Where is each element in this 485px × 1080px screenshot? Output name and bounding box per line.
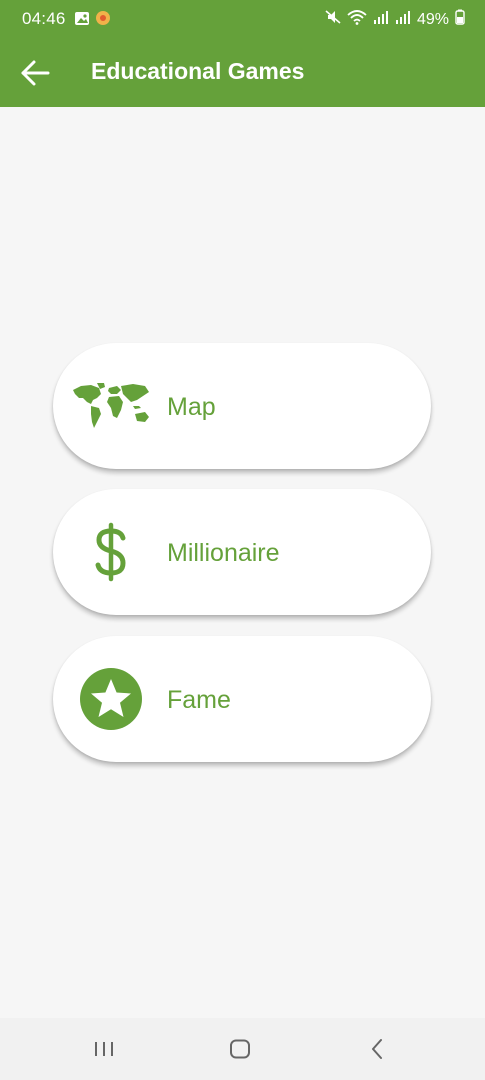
millionaire-label: Millionaire [167,539,280,567]
battery-percent: 49% [416,10,449,28]
signal-icon [373,10,389,29]
notification-badge-icon [95,10,111,31]
system-nav-bar [0,1018,485,1080]
home-button[interactable] [220,1032,260,1066]
star-icon [63,662,159,736]
nav-back-button[interactable] [357,1032,397,1066]
recent-apps-icon [95,1042,113,1056]
back-button[interactable] [14,52,56,94]
world-map-icon [63,369,159,443]
dollar-icon [63,515,159,589]
gallery-icon [74,11,90,31]
status-notification-icons [74,10,111,31]
back-icon [372,1039,382,1059]
millionaire-button[interactable]: Millionaire [53,489,431,615]
home-icon [230,1039,250,1059]
toolbar: Educational Games [0,36,485,107]
status-bar: 04:46 49% [0,0,485,36]
back-arrow-icon [21,60,50,86]
status-time: 04:46 [22,9,66,28]
map-button[interactable]: Map [53,343,431,469]
recent-apps-button[interactable] [84,1032,124,1066]
battery-charging-icon [455,9,465,30]
page-title: Educational Games [91,58,305,84]
app-bar: 04:46 49% Educational Games [0,0,485,107]
fame-label: Fame [167,686,231,714]
signal-icon [395,10,411,29]
mute-icon [325,9,341,30]
status-system-icons: 49% [325,9,465,30]
fame-button[interactable]: Fame [53,636,431,762]
wifi-icon [347,9,367,30]
map-label: Map [167,393,216,421]
